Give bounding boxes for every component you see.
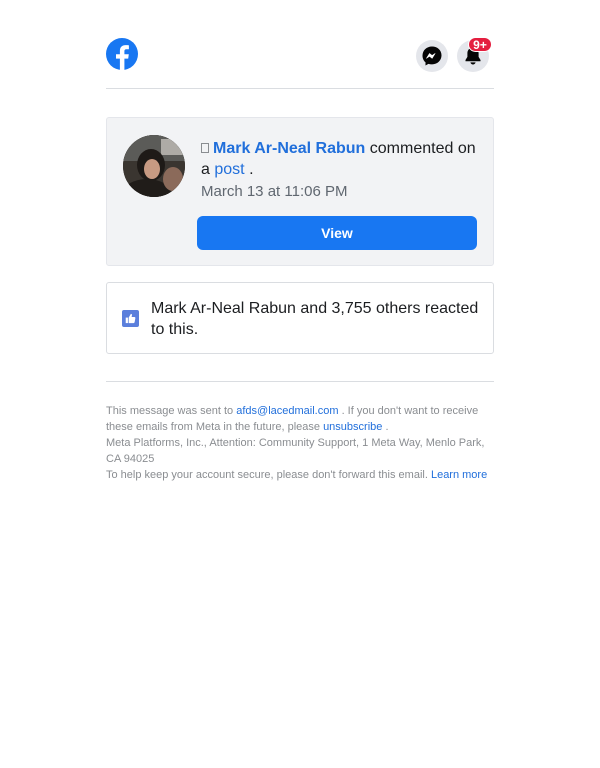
notification-message: Mark Ar-Neal Rabun commented on a post . — [201, 138, 481, 180]
sent-to-text: This message was sent to — [106, 405, 234, 417]
learn-more-link[interactable]: Learn more — [431, 469, 487, 481]
unsubscribe-link[interactable]: unsubscribe — [323, 421, 382, 433]
view-button[interactable]: View — [197, 216, 477, 250]
footer-divider — [106, 381, 494, 382]
email-header: 9+ — [106, 37, 494, 72]
reactions-card: Mark Ar-Neal Rabun and 3,755 others reac… — [106, 282, 494, 354]
header-divider — [106, 88, 494, 89]
unsubscribe-suffix: . — [385, 421, 389, 433]
actor-name-link[interactable]: Mark Ar-Neal Rabun — [213, 140, 365, 157]
security-notice: To help keep your account secure, please… — [106, 467, 494, 483]
reactions-summary: Mark Ar-Neal Rabun and 3,755 others reac… — [151, 300, 479, 338]
messenger-icon — [422, 46, 442, 66]
avatar[interactable] — [123, 135, 185, 197]
messenger-button[interactable] — [416, 40, 448, 72]
email-footer: This message was sent to afds@lacedmail.… — [106, 403, 494, 483]
footer-recipient-line: This message was sent to afds@lacedmail.… — [106, 403, 494, 435]
facebook-logo-icon[interactable] — [106, 38, 138, 70]
end-punctuation: . — [249, 161, 254, 178]
post-link[interactable]: post — [214, 161, 244, 178]
missing-glyph-icon — [201, 143, 209, 153]
notification-card: Mark Ar-Neal Rabun commented on a post .… — [106, 117, 494, 266]
security-text: To help keep your account secure, please… — [106, 469, 428, 481]
recipient-email-link[interactable]: afds@lacedmail.com — [236, 405, 338, 417]
company-address: Meta Platforms, Inc., Attention: Communi… — [106, 437, 485, 465]
notification-badge: 9+ — [468, 37, 492, 52]
like-icon — [122, 310, 139, 327]
notification-timestamp: March 13 at 11:06 PM — [201, 183, 348, 200]
